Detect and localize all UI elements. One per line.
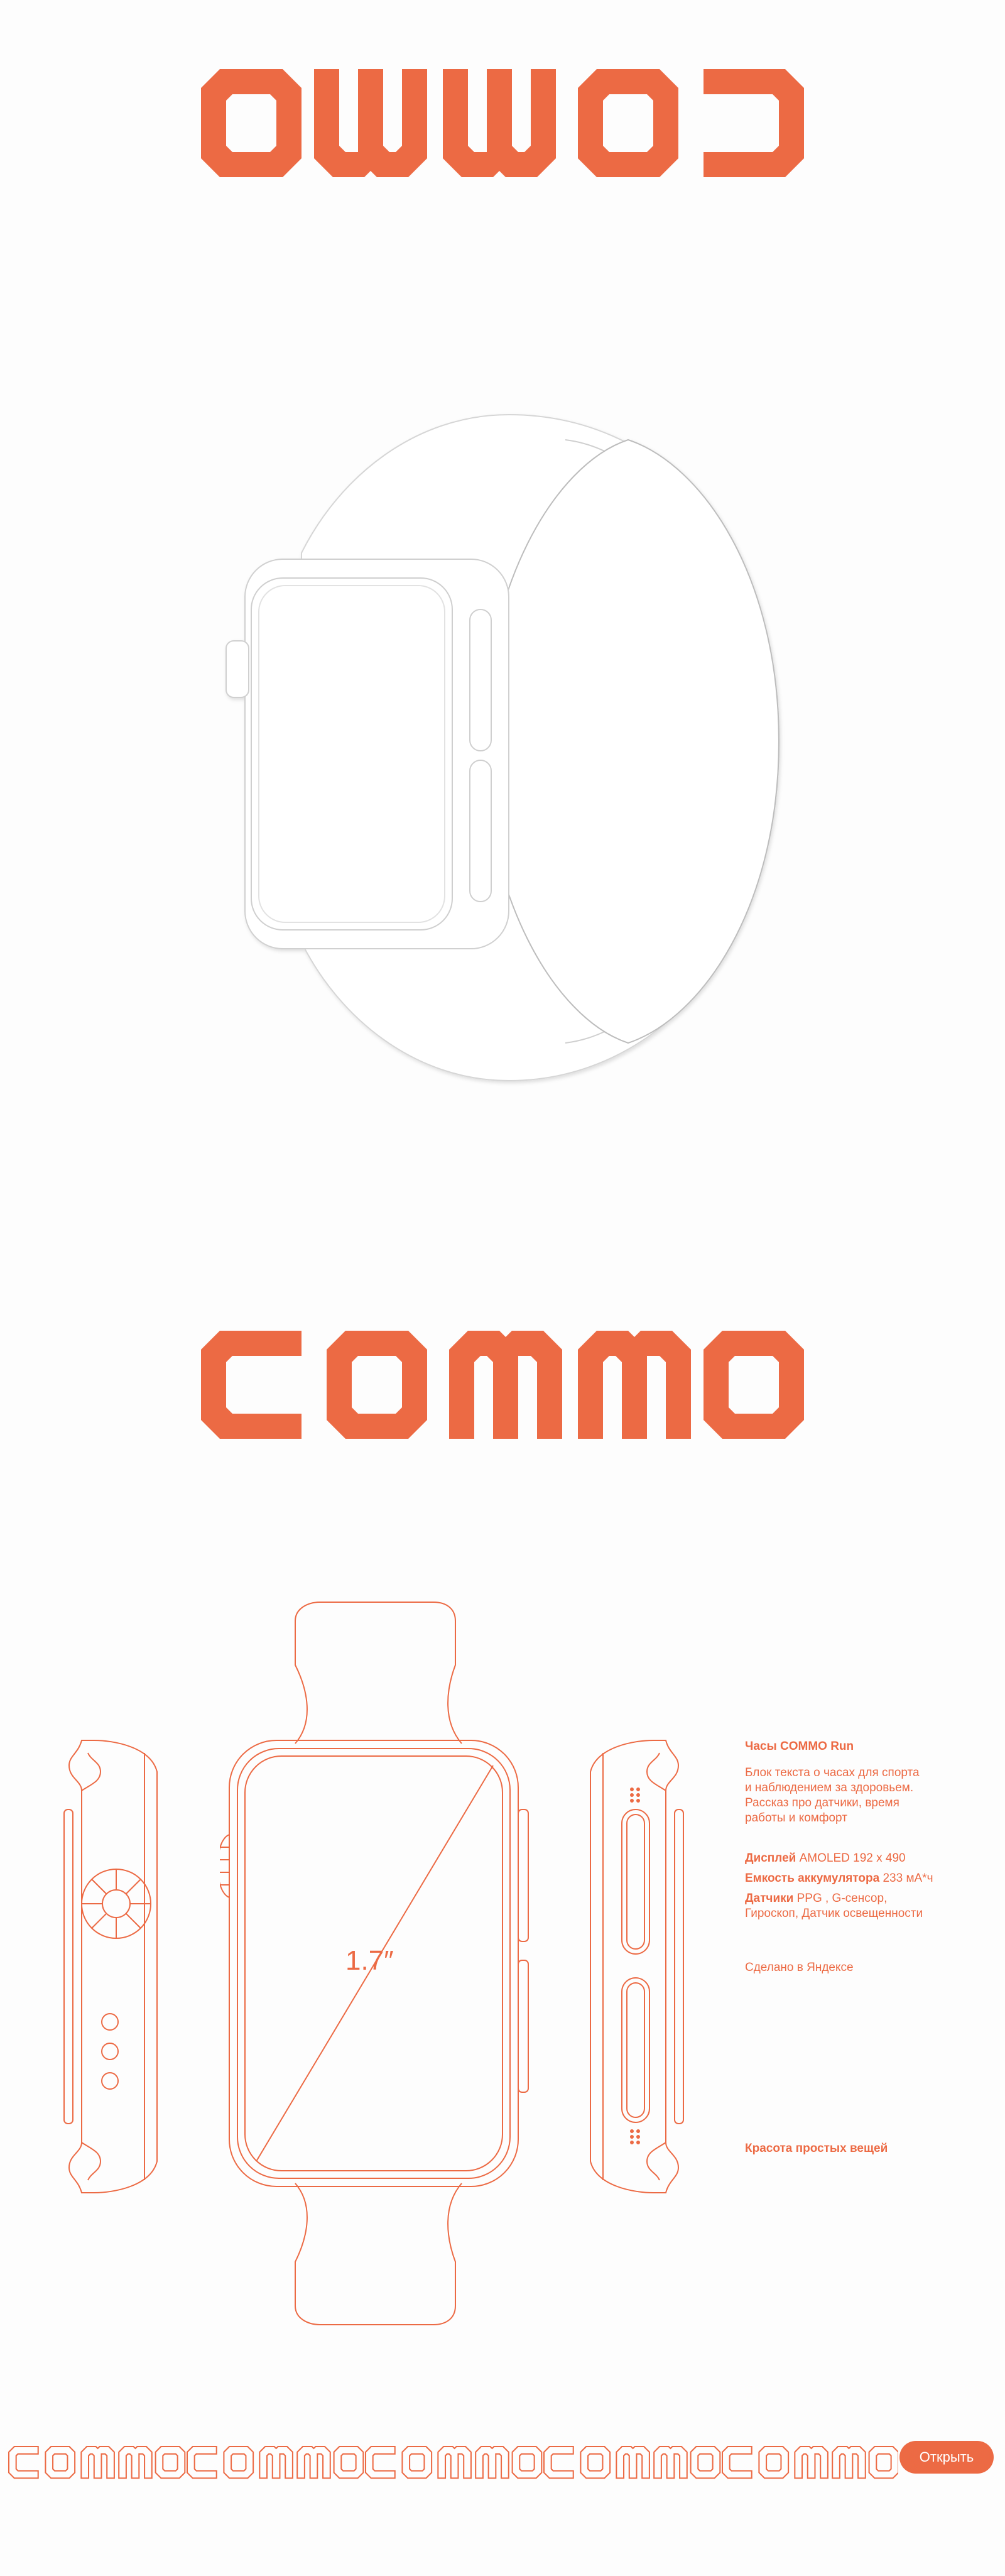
spec-sensors-value-2: Гироскоп, Датчик освещенности: [745, 1907, 923, 1920]
spec-description-line: и наблюдением за здоровьем.: [745, 1781, 914, 1794]
spec-sensors-value: PPG , G-сенсор,: [796, 1892, 888, 1905]
logo-mirrored-top: [201, 69, 804, 177]
watch-side-view-right: [590, 1740, 684, 2193]
spec-display-label: Дисплей: [745, 1852, 796, 1865]
spec-sensors: Датчики PPG , G-сенсор,: [745, 1891, 971, 1906]
footer-bar: [0, 2439, 1005, 2483]
marquee-logo: [543, 2445, 721, 2479]
made-in-text: Сделано в Яндексе: [745, 1961, 854, 1974]
spec-display-value: AMOLED 192 x 490: [799, 1852, 906, 1865]
watch-front-view: 1.7″: [220, 1602, 529, 2325]
spec-description-line: Рассказ про датчики, время: [745, 1796, 899, 1809]
open-button[interactable]: Открыть: [899, 2441, 994, 2474]
spec-description-line: работы и комфорт: [745, 1811, 847, 1825]
marquee-logo: [364, 2445, 543, 2479]
spec-block: Часы COMMO Run Блок текста о часах для с…: [745, 1739, 971, 2156]
spec-battery-label: Емкость аккумулятора: [745, 1872, 880, 1885]
diagonal-label: 1.7″: [345, 1945, 394, 1976]
slogan-text: Красота простых вещей: [745, 2142, 888, 2155]
logo-main: [201, 1331, 804, 1439]
spec-battery-value: 233 мА*ч: [883, 1872, 933, 1885]
watch-side-view-left: [63, 1740, 158, 2193]
marquee-logo: [8, 2445, 186, 2479]
spec-display: Дисплей AMOLED 192 x 490: [745, 1851, 971, 1866]
marquee-logo: [186, 2445, 364, 2479]
marquee-logos: [8, 2445, 898, 2479]
spec-battery: Емкость аккумулятора 233 мА*ч: [745, 1871, 971, 1886]
spec-sensors-label: Датчики: [745, 1892, 794, 1905]
spec-description-line: Блок текста о часах для спорта: [745, 1766, 920, 1779]
spec-title: Часы COMMO Run: [745, 1740, 854, 1753]
hero-watch-image: [225, 413, 780, 1082]
marquee-logo: [721, 2445, 898, 2479]
